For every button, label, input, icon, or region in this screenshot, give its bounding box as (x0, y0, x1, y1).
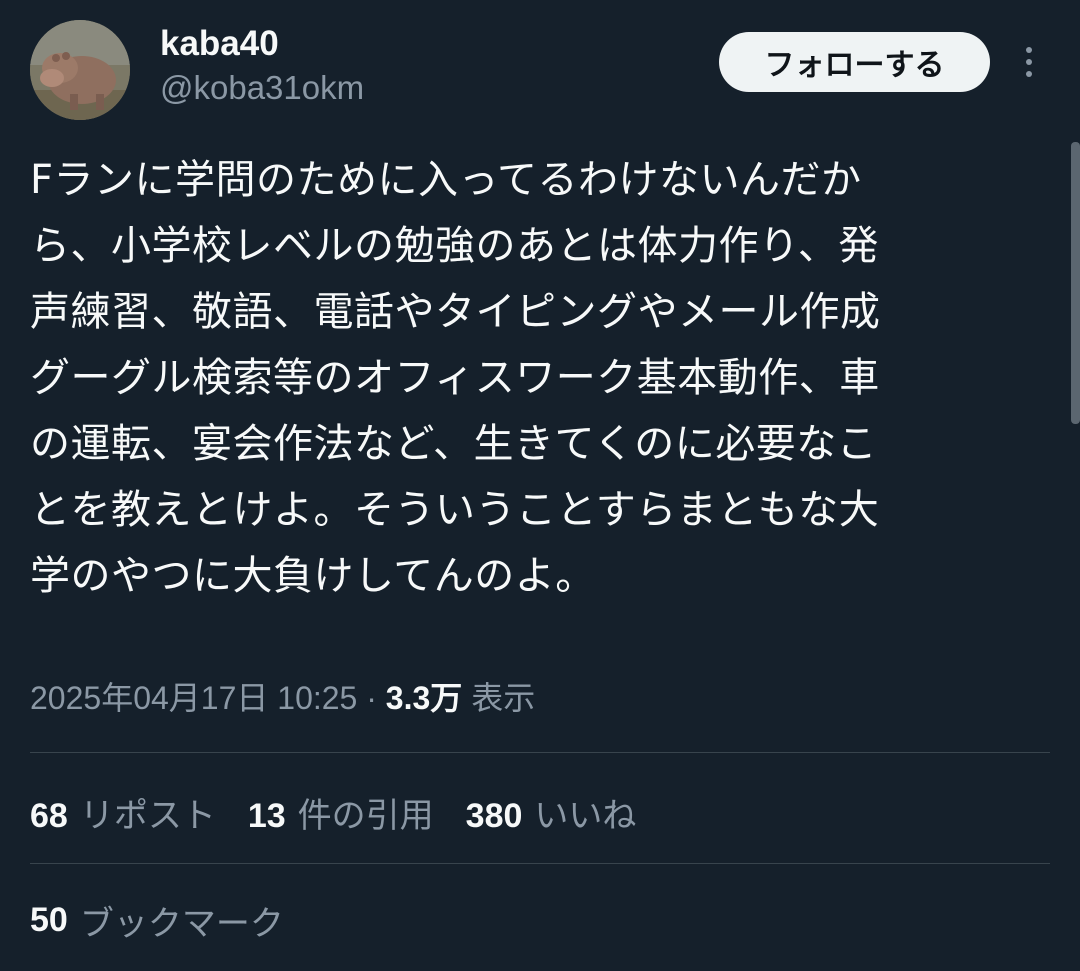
author-names: kaba40 @koba31okm (160, 22, 364, 110)
divider (30, 863, 1050, 864)
dot (1026, 59, 1032, 65)
bookmarks-count: 50 (30, 900, 68, 939)
scrollbar[interactable] (1071, 142, 1080, 424)
views-label: 表示 (471, 680, 536, 716)
likes-count: 380 (465, 796, 523, 835)
quotes-count: 13 (247, 796, 286, 835)
reposts-label: リポスト (79, 796, 216, 835)
quotes-stat[interactable]: 13 件の引用 (248, 788, 434, 837)
tweet-metadata: 2025年04月17日 10:25 · 3.3万 表示 (30, 672, 535, 724)
dot (1026, 71, 1032, 77)
engagement-stats: 68 リポスト 13 件の引用 380 いいね (30, 784, 668, 840)
tweet-text: Fランに学問のために入ってるわけないんだか ら、小学校レベルの勉強のあとは体力作… (30, 157, 881, 599)
bookmarks-stat[interactable]: 50 ブックマーク (30, 892, 284, 948)
more-vertical-icon[interactable] (1014, 42, 1044, 82)
tweet-header: kaba40 @koba31okm フォローする (30, 20, 1050, 120)
likes-label: いいね (534, 796, 637, 835)
user-handle[interactable]: @koba31okm (160, 66, 364, 110)
display-name[interactable]: kaba40 (160, 22, 364, 66)
divider (30, 752, 1050, 753)
reposts-count: 68 (30, 796, 68, 835)
quotes-label: 件の引用 (297, 796, 434, 835)
avatar[interactable] (30, 20, 130, 120)
views-count: 3.3万 (385, 680, 463, 716)
reposts-stat[interactable]: 68 リポスト (30, 788, 216, 837)
likes-stat[interactable]: 380 いいね (466, 788, 637, 837)
follow-button[interactable]: フォローする (719, 32, 990, 92)
meta-separator: · (366, 680, 377, 716)
tweet-timestamp[interactable]: 2025年04月17日 10:25 (30, 680, 357, 716)
bookmarks-label: ブックマーク (79, 904, 284, 943)
dot (1026, 47, 1032, 53)
